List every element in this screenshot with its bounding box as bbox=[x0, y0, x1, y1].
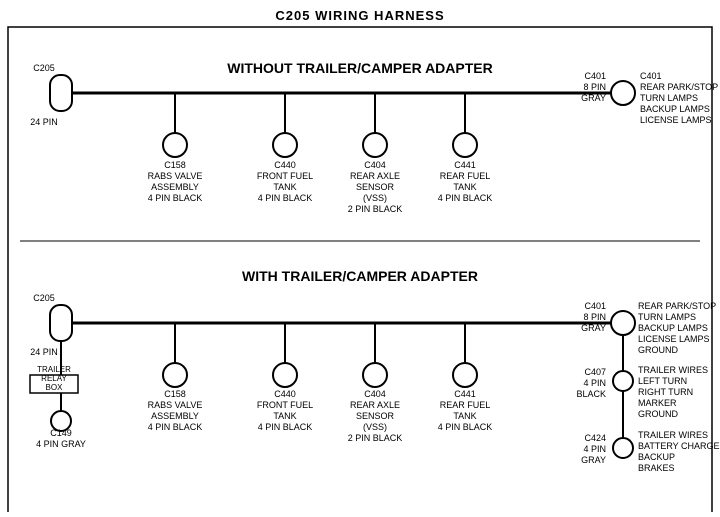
svg-text:C205: C205 bbox=[33, 63, 55, 73]
svg-text:LICENSE LAMPS: LICENSE LAMPS bbox=[640, 115, 712, 125]
svg-text:TANK: TANK bbox=[453, 182, 476, 192]
svg-text:BACKUP LAMPS: BACKUP LAMPS bbox=[640, 104, 710, 114]
svg-text:C401: C401 bbox=[584, 71, 606, 81]
svg-text:REAR AXLE: REAR AXLE bbox=[350, 400, 400, 410]
svg-text:ASSEMBLY: ASSEMBLY bbox=[151, 411, 199, 421]
svg-text:24 PIN: 24 PIN bbox=[30, 117, 58, 127]
svg-text:BATTERY CHARGE: BATTERY CHARGE bbox=[638, 441, 720, 451]
svg-text:4 PIN BLACK: 4 PIN BLACK bbox=[438, 422, 493, 432]
svg-text:GRAY: GRAY bbox=[581, 323, 606, 333]
svg-text:(VSS): (VSS) bbox=[363, 422, 387, 432]
svg-text:RABS VALVE: RABS VALVE bbox=[148, 400, 203, 410]
svg-text:LICENSE LAMPS: LICENSE LAMPS bbox=[638, 334, 710, 344]
svg-text:ASSEMBLY: ASSEMBLY bbox=[151, 182, 199, 192]
svg-text:TRAILER: TRAILER bbox=[37, 365, 71, 374]
svg-text:C441: C441 bbox=[454, 389, 476, 399]
svg-text:C158: C158 bbox=[164, 389, 186, 399]
svg-text:4 PIN BLACK: 4 PIN BLACK bbox=[258, 422, 313, 432]
svg-text:WITH TRAILER/CAMPER ADAPTER: WITH TRAILER/CAMPER ADAPTER bbox=[242, 268, 478, 284]
svg-text:C401: C401 bbox=[584, 301, 606, 311]
svg-text:C404: C404 bbox=[364, 389, 386, 399]
svg-text:TANK: TANK bbox=[273, 182, 296, 192]
svg-text:4 PIN GRAY: 4 PIN GRAY bbox=[36, 439, 86, 449]
svg-text:C401: C401 bbox=[640, 71, 662, 81]
svg-text:TRAILER WIRES: TRAILER WIRES bbox=[638, 365, 708, 375]
svg-text:RABS VALVE: RABS VALVE bbox=[148, 171, 203, 181]
svg-text:8 PIN: 8 PIN bbox=[583, 82, 606, 92]
svg-text:2 PIN BLACK: 2 PIN BLACK bbox=[348, 433, 403, 443]
svg-text:4 PIN BLACK: 4 PIN BLACK bbox=[148, 422, 203, 432]
svg-text:REAR FUEL: REAR FUEL bbox=[440, 171, 491, 181]
svg-text:WITHOUT TRAILER/CAMPER ADAPT: WITHOUT TRAILER/CAMPER ADAPTER bbox=[227, 60, 492, 76]
svg-text:4 PIN: 4 PIN bbox=[583, 444, 606, 454]
svg-text:BOX: BOX bbox=[46, 383, 64, 392]
svg-text:TRAILER WIRES: TRAILER WIRES bbox=[638, 430, 708, 440]
svg-text:C424: C424 bbox=[584, 433, 606, 443]
svg-text:BRAKES: BRAKES bbox=[638, 463, 675, 473]
svg-text:GROUND: GROUND bbox=[638, 409, 678, 419]
svg-text:SENSOR: SENSOR bbox=[356, 411, 395, 421]
svg-text:FRONT FUEL: FRONT FUEL bbox=[257, 171, 313, 181]
svg-text:MARKER: MARKER bbox=[638, 398, 677, 408]
svg-text:RELAY: RELAY bbox=[41, 374, 67, 383]
svg-text:(VSS): (VSS) bbox=[363, 193, 387, 203]
svg-text:SENSOR: SENSOR bbox=[356, 182, 395, 192]
svg-text:REAR PARK/STOP: REAR PARK/STOP bbox=[640, 82, 718, 92]
svg-text:TANK: TANK bbox=[453, 411, 476, 421]
svg-text:TANK: TANK bbox=[273, 411, 296, 421]
svg-text:RIGHT TURN: RIGHT TURN bbox=[638, 387, 693, 397]
page-title: C205 WIRING HARNESS bbox=[0, 0, 720, 23]
svg-text:C205: C205 bbox=[33, 293, 55, 303]
svg-text:BACKUP LAMPS: BACKUP LAMPS bbox=[638, 323, 708, 333]
svg-text:C404: C404 bbox=[364, 160, 386, 170]
svg-text:C441: C441 bbox=[454, 160, 476, 170]
svg-text:REAR AXLE: REAR AXLE bbox=[350, 171, 400, 181]
svg-text:2 PIN BLACK: 2 PIN BLACK bbox=[348, 204, 403, 214]
diagram-area: WITHOUT TRAILER/CAMPER ADAPTER C205 24 P… bbox=[0, 23, 720, 512]
svg-text:C149: C149 bbox=[50, 428, 72, 438]
svg-text:C407: C407 bbox=[584, 367, 606, 377]
svg-text:REAR PARK/STOP: REAR PARK/STOP bbox=[638, 301, 716, 311]
svg-text:GRAY: GRAY bbox=[581, 93, 606, 103]
svg-text:TURN LAMPS: TURN LAMPS bbox=[638, 312, 696, 322]
svg-text:4 PIN BLACK: 4 PIN BLACK bbox=[148, 193, 203, 203]
svg-text:C440: C440 bbox=[274, 389, 296, 399]
svg-text:BLACK: BLACK bbox=[576, 389, 606, 399]
svg-text:FRONT FUEL: FRONT FUEL bbox=[257, 400, 313, 410]
svg-text:4 PIN: 4 PIN bbox=[583, 378, 606, 388]
svg-text:4 PIN BLACK: 4 PIN BLACK bbox=[258, 193, 313, 203]
svg-text:LEFT TURN: LEFT TURN bbox=[638, 376, 687, 386]
svg-text:BACKUP: BACKUP bbox=[638, 452, 675, 462]
svg-text:TURN LAMPS: TURN LAMPS bbox=[640, 93, 698, 103]
svg-text:24 PIN: 24 PIN bbox=[30, 347, 58, 357]
svg-text:8 PIN: 8 PIN bbox=[583, 312, 606, 322]
svg-text:GRAY: GRAY bbox=[581, 455, 606, 465]
svg-text:C440: C440 bbox=[274, 160, 296, 170]
svg-text:REAR FUEL: REAR FUEL bbox=[440, 400, 491, 410]
svg-text:GROUND: GROUND bbox=[638, 345, 678, 355]
svg-text:4 PIN BLACK: 4 PIN BLACK bbox=[438, 193, 493, 203]
svg-text:C158: C158 bbox=[164, 160, 186, 170]
